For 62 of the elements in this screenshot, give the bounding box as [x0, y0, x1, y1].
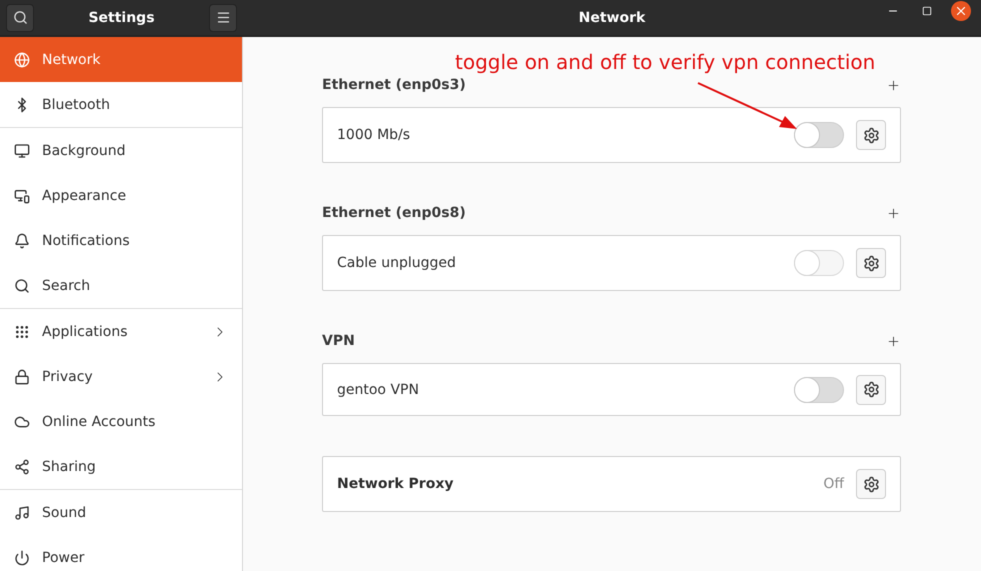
share-icon	[14, 458, 30, 474]
search-icon	[12, 10, 28, 25]
sidebar-item-label: Privacy	[42, 368, 94, 384]
sidebar-item[interactable]: Power	[0, 535, 242, 571]
row-label: 1000 Mb/s	[337, 127, 412, 143]
sidebar-item-label: Sound	[42, 504, 88, 520]
toggle-switch[interactable]	[794, 122, 844, 148]
sidebar-item[interactable]: Online Accounts	[0, 399, 242, 444]
bell-icon	[14, 232, 30, 248]
display-icon	[14, 188, 30, 204]
row-label: Network Proxy	[337, 476, 454, 492]
dots-grid-icon	[14, 324, 30, 340]
section-title: VPN	[322, 333, 355, 349]
search-button[interactable]	[6, 4, 34, 32]
search-icon	[14, 278, 30, 294]
sidebar-item-label: Search	[42, 278, 92, 294]
lock-icon	[14, 368, 30, 384]
sidebar-item-label: Power	[42, 550, 86, 566]
sidebar-item[interactable]: Applications	[0, 309, 242, 354]
sidebar-item-label: Sharing	[42, 458, 97, 474]
settings-button[interactable]	[856, 469, 886, 499]
gear-icon	[862, 254, 880, 272]
gear-icon	[862, 126, 880, 144]
sidebar-item-label: Background	[42, 142, 127, 158]
section-title: Ethernet (enp0s3)	[322, 77, 466, 93]
sidebar-item-label: Bluetooth	[42, 96, 111, 112]
close-button[interactable]	[951, 0, 971, 20]
settings-button[interactable]	[856, 248, 886, 278]
sidebar-item[interactable]: Privacy	[0, 354, 242, 399]
cloud-icon	[14, 414, 30, 430]
sidebar-item[interactable]: Sharing	[0, 444, 242, 489]
settings-button[interactable]	[856, 120, 886, 150]
toggle-switch[interactable]	[794, 376, 844, 402]
settings-button[interactable]	[856, 374, 886, 404]
sidebar-item-label: Applications	[42, 324, 129, 340]
sidebar-item-label: Appearance	[42, 188, 128, 204]
menu-icon	[216, 10, 230, 25]
maximize-icon	[922, 6, 932, 16]
menu-button[interactable]	[209, 4, 237, 32]
sidebar-item-label: Network	[42, 52, 102, 68]
gear-icon	[862, 381, 880, 398]
sidebar-item[interactable]: Search	[0, 263, 242, 308]
gear-icon	[862, 476, 880, 492]
sidebar-item[interactable]: Notifications	[0, 218, 242, 263]
window-title: Network	[578, 10, 646, 26]
row-label: gentoo VPN	[337, 382, 420, 398]
status-text: Off	[823, 476, 844, 492]
sidebar-item-label: Notifications	[42, 232, 131, 248]
sidebar-item[interactable]: Sound	[0, 490, 242, 535]
section-title: Ethernet (enp0s8)	[322, 205, 466, 221]
sidebar-item[interactable]: Appearance	[0, 173, 242, 218]
sidebar-item-label: Online Accounts	[42, 414, 156, 430]
sidebar-item[interactable]: Background	[0, 128, 242, 173]
sidebar-title: Settings	[88, 10, 155, 26]
sidebar-item[interactable]: Network	[0, 37, 242, 82]
globe-icon	[14, 52, 30, 68]
sidebar-item[interactable]: Bluetooth	[0, 82, 242, 127]
power-icon	[14, 550, 30, 566]
music-note-icon	[14, 504, 30, 520]
annotation-text: toggle on and off to verify vpn connection	[455, 50, 876, 74]
row-label: Cable unplugged	[337, 255, 457, 271]
monitor-icon	[14, 142, 30, 158]
